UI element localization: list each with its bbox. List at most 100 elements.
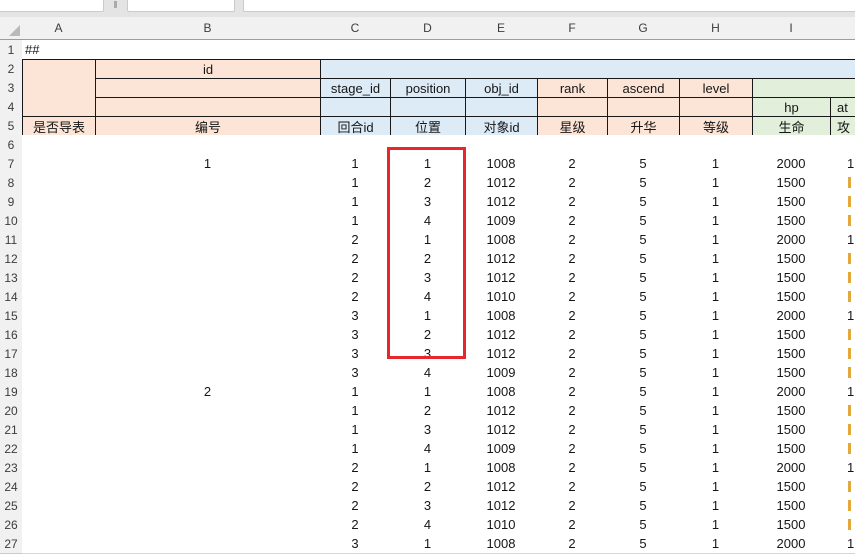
cell-E11[interactable]: 1008 [465,230,538,250]
cell-J13[interactable] [830,268,855,288]
cell-D21[interactable]: 3 [390,420,466,440]
cell-J18[interactable] [830,363,855,383]
cell-F8[interactable]: 2 [537,173,608,193]
cell-H7[interactable]: 1 [679,154,753,174]
header-cell-blank[interactable] [607,97,680,117]
cell-I10[interactable]: 1500 [752,211,831,231]
cell-F6[interactable] [537,135,608,155]
cell-I22[interactable]: 1500 [752,439,831,459]
cell-F11[interactable]: 2 [537,230,608,250]
cell-I21[interactable]: 1500 [752,420,831,440]
header-cell-cn_number[interactable]: 编号 [95,116,321,136]
cell-H17[interactable]: 1 [679,344,753,364]
cell-F16[interactable]: 2 [537,325,608,345]
cell-D25[interactable]: 3 [390,496,466,516]
row-header-19[interactable]: 19 [0,382,23,402]
cell-D22[interactable]: 4 [390,439,466,459]
cell-H21[interactable]: 1 [679,420,753,440]
cell-H15[interactable]: 1 [679,306,753,326]
row-header-2[interactable]: 2 [0,59,23,79]
cell-I18[interactable]: 1500 [752,363,831,383]
col-header-A[interactable]: A [22,17,96,40]
cell-A19[interactable] [22,382,96,402]
cell-H27[interactable]: 1 [679,534,753,554]
row-header-4[interactable]: 4 [0,97,23,117]
cell-B9[interactable] [95,192,321,212]
cell-H12[interactable]: 1 [679,249,753,269]
cell-B1[interactable] [95,40,321,60]
cell-F13[interactable]: 2 [537,268,608,288]
header-cell-cn_ascend[interactable]: 升华 [607,116,680,136]
cell-B21[interactable] [95,420,321,440]
cell-A12[interactable] [22,249,96,269]
header-cell-blank[interactable] [95,97,321,117]
header-cell-atk[interactable]: at [830,97,855,117]
cell-C7[interactable]: 1 [320,154,391,174]
header-cell-cn_export[interactable]: 是否导表 [22,116,96,136]
cell-E25[interactable]: 1012 [465,496,538,516]
cell-C14[interactable]: 2 [320,287,391,307]
cell-I17[interactable]: 1500 [752,344,831,364]
cell-A7[interactable] [22,154,96,174]
cell-I27[interactable]: 2000 [752,534,831,554]
cell-H16[interactable]: 1 [679,325,753,345]
header-cell-level[interactable]: level [679,78,753,98]
cell-B26[interactable] [95,515,321,535]
cell-A14[interactable] [22,287,96,307]
cell-J22[interactable] [830,439,855,459]
cell-B8[interactable] [95,173,321,193]
row-header-9[interactable]: 9 [0,192,23,212]
cell-G23[interactable]: 5 [607,458,680,478]
cell-B13[interactable] [95,268,321,288]
cell-F25[interactable]: 2 [537,496,608,516]
cell-I15[interactable]: 2000 [752,306,831,326]
cell-A8[interactable] [22,173,96,193]
header-cell-blank[interactable] [95,78,321,98]
cell-E18[interactable]: 1009 [465,363,538,383]
cell-E8[interactable]: 1012 [465,173,538,193]
cell-A25[interactable] [22,496,96,516]
cell-I8[interactable]: 1500 [752,173,831,193]
cell-E19[interactable]: 1008 [465,382,538,402]
cell-E14[interactable]: 1010 [465,287,538,307]
cell-C19[interactable]: 1 [320,382,391,402]
cell-B15[interactable] [95,306,321,326]
cell-J23[interactable]: 1 [830,458,855,478]
cell-A24[interactable] [22,477,96,497]
cell-J14[interactable] [830,287,855,307]
row-header-24[interactable]: 24 [0,477,23,497]
cell-D19[interactable]: 1 [390,382,466,402]
cell-J15[interactable]: 1 [830,306,855,326]
cell-A21[interactable] [22,420,96,440]
cell-A15[interactable] [22,306,96,326]
header-cell-hp[interactable]: hp [752,97,831,117]
cell-C21[interactable]: 1 [320,420,391,440]
cell-C13[interactable]: 2 [320,268,391,288]
cell-F24[interactable]: 2 [537,477,608,497]
header-cell-position[interactable]: position [390,78,466,98]
cell-C18[interactable]: 3 [320,363,391,383]
cell-H6[interactable] [679,135,753,155]
cell-B6[interactable] [95,135,321,155]
cell-H25[interactable]: 1 [679,496,753,516]
cell-J20[interactable] [830,401,855,421]
cell-E13[interactable]: 1012 [465,268,538,288]
cell-B17[interactable] [95,344,321,364]
row-header-18[interactable]: 18 [0,363,23,383]
row-header-17[interactable]: 17 [0,344,23,364]
cell-F9[interactable]: 2 [537,192,608,212]
cell-B22[interactable] [95,439,321,459]
cell-H23[interactable]: 1 [679,458,753,478]
cell-C9[interactable]: 1 [320,192,391,212]
cell-C25[interactable]: 2 [320,496,391,516]
cell-G19[interactable]: 5 [607,382,680,402]
cell-J7[interactable]: 1 [830,154,855,174]
cell-E16[interactable]: 1012 [465,325,538,345]
cell-I23[interactable]: 2000 [752,458,831,478]
header-cell-blank[interactable] [537,97,608,117]
row-header-11[interactable]: 11 [0,230,23,250]
cell-E27[interactable]: 1008 [465,534,538,554]
cell-G21[interactable]: 5 [607,420,680,440]
cell-A26[interactable] [22,515,96,535]
cell-I7[interactable]: 2000 [752,154,831,174]
